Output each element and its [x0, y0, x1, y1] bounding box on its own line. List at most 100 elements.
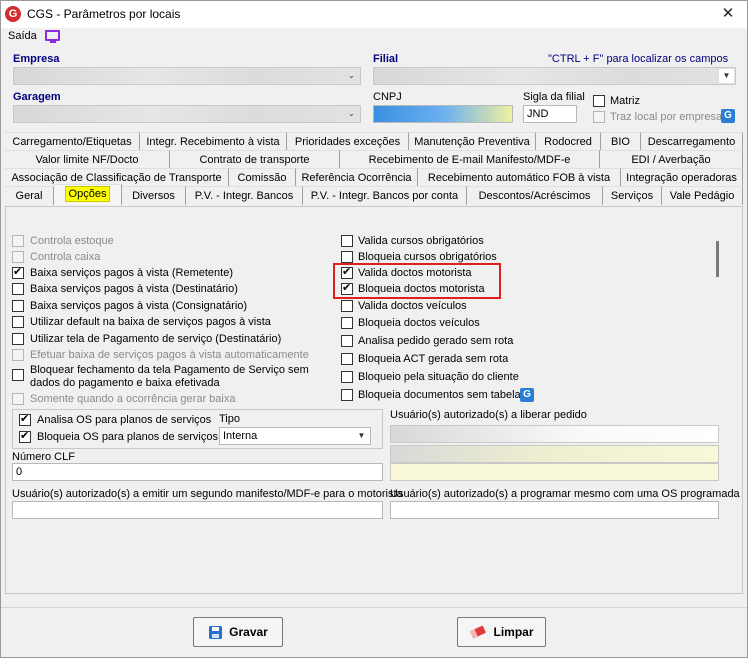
efetuar-baixa-checkbox[interactable] [12, 349, 24, 361]
option-label: Controla caixa [30, 251, 101, 263]
option-label: Valida cursos obrigatórios [358, 235, 484, 247]
eraser-icon [470, 625, 487, 639]
filial-label: Filial [373, 53, 399, 65]
tab-manutencao[interactable]: Manutenção Preventiva [409, 132, 536, 151]
traz-local-label: Traz local por empresa [610, 111, 723, 123]
tab-opcoes[interactable]: Opções [54, 184, 122, 205]
tab-referencia[interactable]: Referência Ocorrência [296, 168, 418, 187]
analisa-pedido-checkbox[interactable] [341, 335, 353, 347]
valida-doctos-veiculos-checkbox[interactable] [341, 300, 353, 312]
monitor-icon[interactable] [45, 30, 60, 43]
bloquear-fechamento-checkbox[interactable] [12, 369, 24, 381]
bloqueia-os-checkbox[interactable] [19, 429, 31, 443]
tab-carregamento[interactable]: Carregamento/Etiquetas [5, 132, 140, 151]
tab-servicos[interactable]: Serviços [603, 186, 662, 205]
tab-integracao[interactable]: Integração operadoras [621, 168, 743, 187]
chevron-down-icon[interactable]: ▼ [719, 69, 734, 83]
sigla-input[interactable]: JND [523, 105, 577, 123]
tab-geral[interactable]: Geral [5, 186, 54, 205]
usuarios-liberar-label: Usuário(s) autorizado(s) a liberar pedid… [390, 409, 587, 421]
limpar-button[interactable]: Limpar [457, 617, 546, 647]
baixa-destinatario-checkbox[interactable] [12, 283, 24, 295]
g-search-icon[interactable]: G [721, 109, 735, 123]
valida-cursos-checkbox[interactable] [341, 235, 353, 247]
tab-descarregamento[interactable]: Descarregamento [641, 132, 743, 151]
chevron-down-icon[interactable]: ▼ [354, 429, 369, 443]
option-label: Baixa serviços pagos à vista (Destinatár… [30, 283, 238, 295]
tipo-select[interactable]: Interna ▼ [219, 427, 371, 445]
gravar-button[interactable]: Gravar [193, 617, 283, 647]
numero-clf-label: Número CLF [12, 451, 75, 463]
tab-integr-recebimento[interactable]: Integr. Recebimento à vista [140, 132, 287, 151]
usuarios-programar-input[interactable] [390, 501, 719, 519]
option-label: Utilizar tela de Pagamento de serviço (D… [30, 333, 282, 345]
sigla-label: Sigla da filial [523, 91, 585, 103]
bloqueia-os-label: Bloqueia OS para planos de serviços [37, 431, 218, 443]
cnpj-label: CNPJ [373, 91, 402, 103]
filial-combo[interactable]: ▼ [373, 67, 736, 85]
utilizar-default-checkbox[interactable] [12, 316, 24, 328]
tipo-label: Tipo [219, 413, 240, 425]
g-search-icon[interactable]: G [520, 388, 534, 402]
bloqueia-act-checkbox[interactable] [341, 353, 353, 365]
tab-pv-bancos[interactable]: P.V. - Integr. Bancos [186, 186, 303, 205]
option-label: Efetuar baixa de serviços pagos à vista … [30, 349, 309, 361]
tab-row-4: Geral Opções Diversos P.V. - Integr. Ban… [5, 184, 743, 205]
matriz-checkbox[interactable] [593, 95, 605, 107]
bloqueio-situacao-checkbox[interactable] [341, 371, 353, 383]
tab-bio[interactable]: BIO [601, 132, 641, 151]
tab-row-2: Valor limite NF/Docto Contrato de transp… [5, 150, 743, 169]
tab-valor-limite[interactable]: Valor limite NF/Docto [5, 150, 170, 169]
controla-caixa-checkbox[interactable] [12, 251, 24, 263]
numero-clf-input[interactable]: 0 [12, 463, 383, 481]
bloqueia-documentos-checkbox[interactable] [341, 389, 353, 401]
tab-edi[interactable]: EDI / Averbação [600, 150, 743, 169]
usuarios-liberar-list[interactable] [390, 425, 719, 443]
option-label: Bloqueia doctos veículos [358, 317, 480, 329]
option-label: Bloqueia cursos obrigatórios [358, 251, 497, 263]
usuarios-manifesto-input[interactable] [12, 501, 383, 519]
analisa-os-checkbox[interactable] [19, 412, 31, 426]
option-label: Somente quando a ocorrência gerar baixa [30, 393, 236, 405]
close-icon[interactable]: ✕ [714, 4, 742, 24]
app-logo-icon: G [5, 6, 21, 22]
option-label: Utilizar default na baixa de serviços pa… [30, 316, 271, 328]
empresa-field[interactable]: ⌄ [13, 67, 361, 85]
traz-local-checkbox[interactable] [593, 111, 605, 123]
controla-estoque-checkbox[interactable] [12, 235, 24, 247]
combo-arrow-icon: ⌄ [348, 71, 355, 80]
usuarios-liberar-list-row[interactable] [390, 445, 719, 463]
scrollbar-thumb[interactable] [716, 241, 719, 277]
tab-vale-pedagio[interactable]: Vale Pedágio [662, 186, 743, 205]
menu-saida[interactable]: Saída [8, 30, 37, 42]
option-label: Analisa pedido gerado sem rota [358, 335, 514, 347]
save-icon [209, 625, 223, 639]
bloqueia-doctos-veiculos-checkbox[interactable] [341, 317, 353, 329]
window-title: CGS - Parâmetros por locais [27, 7, 181, 21]
tab-pv-bancos-conta[interactable]: P.V. - Integr. Bancos por conta [303, 186, 467, 205]
tab-rodocred[interactable]: Rodocred [536, 132, 601, 151]
tab-comissao[interactable]: Comissão [229, 168, 296, 187]
option-label: Valida doctos veículos [358, 300, 467, 312]
somente-ocorrencia-checkbox[interactable] [12, 393, 24, 405]
matriz-label: Matriz [610, 95, 640, 107]
tab-contrato[interactable]: Contrato de transporte [170, 150, 340, 169]
usuarios-liberar-extra-row[interactable] [390, 463, 719, 481]
tab-recebimento-email[interactable]: Recebimento de E-mail Manifesto/MDF-e [340, 150, 600, 169]
baixa-remetente-checkbox[interactable] [12, 265, 24, 279]
option-label-line2: dados do pagamento e baixa efetivada [30, 377, 220, 389]
tab-prioridades[interactable]: Prioridades exceções [287, 132, 409, 151]
tab-descontos[interactable]: Descontos/Acréscimos [467, 186, 603, 205]
highlight-box [333, 263, 501, 299]
limpar-label: Limpar [493, 625, 534, 639]
usuarios-manifesto-label: Usuário(s) autorizado(s) a emitir um seg… [12, 488, 403, 500]
garagem-field[interactable]: ⌄ [13, 105, 361, 123]
cnpj-field[interactable] [373, 105, 513, 123]
tab-diversos[interactable]: Diversos [122, 186, 186, 205]
tab-recebimento-fob[interactable]: Recebimento automático FOB à vista [418, 168, 621, 187]
bloqueia-cursos-checkbox[interactable] [341, 251, 353, 263]
gravar-label: Gravar [229, 625, 268, 639]
option-label: Baixa serviços pagos à vista (Remetente) [30, 267, 233, 279]
utilizar-tela-checkbox[interactable] [12, 333, 24, 345]
baixa-consignatario-checkbox[interactable] [12, 300, 24, 312]
